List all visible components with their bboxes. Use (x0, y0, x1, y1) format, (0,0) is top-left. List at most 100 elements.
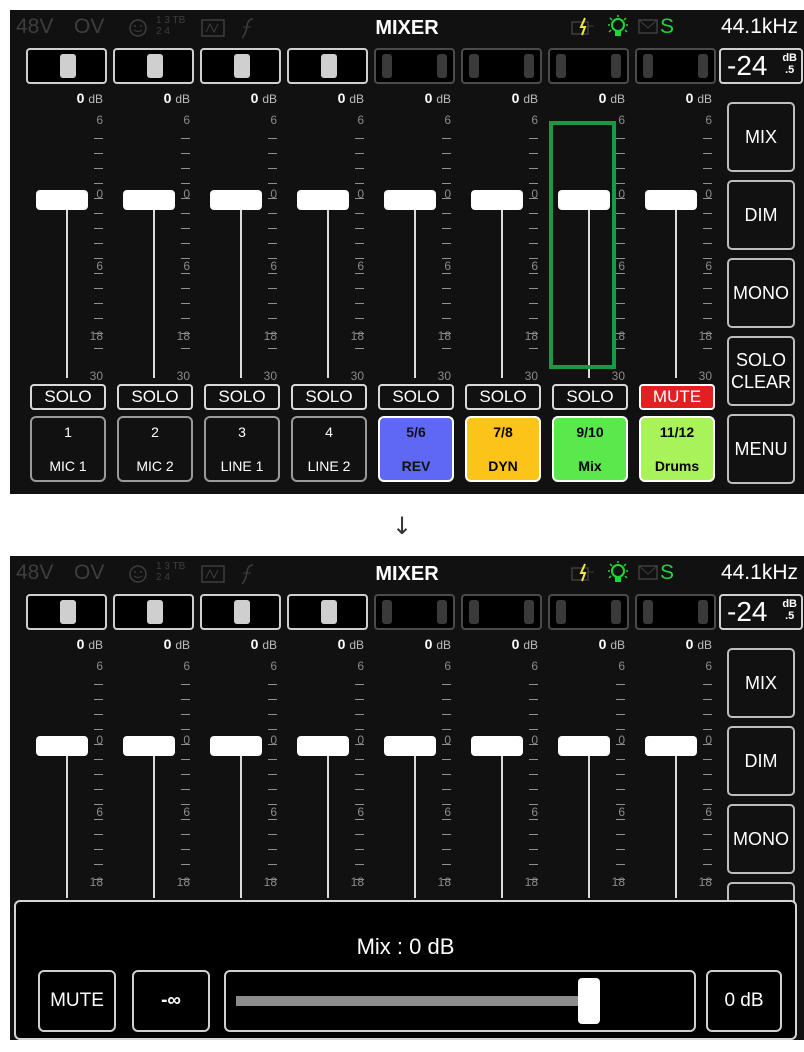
channel-label-button[interactable]: 2 MIC 2 (117, 416, 193, 482)
zero-db-button[interactable]: 0 dB (706, 970, 782, 1032)
channel-number: 11/12 (659, 424, 695, 440)
gain-value: 0 (163, 636, 172, 652)
fader-cap[interactable] (384, 190, 436, 210)
level-meter (548, 594, 629, 630)
neg-infinity-button[interactable]: -∞ (132, 970, 210, 1032)
gain-readout: 0 dB (599, 90, 625, 107)
level-slider-thumb[interactable] (578, 978, 601, 1024)
scale-label: 6 (444, 259, 451, 273)
fader-cap[interactable] (471, 190, 523, 210)
gain-unit: dB (523, 92, 538, 106)
fader-cap[interactable] (645, 736, 697, 756)
fader-track (153, 200, 155, 378)
fader-cap[interactable] (123, 190, 175, 210)
scale-tick (181, 183, 190, 184)
scale-label: 6 (531, 259, 538, 273)
gain-value: 0 (250, 90, 259, 106)
fader-cap[interactable] (210, 190, 262, 210)
screen-title: MIXER (375, 563, 439, 585)
channel-label-button[interactable]: 4 LINE 2 (291, 416, 367, 482)
mono-button[interactable]: MONO (727, 258, 795, 328)
fader-cap[interactable] (384, 736, 436, 756)
scale-tick (616, 699, 625, 700)
menu-button[interactable]: MENU (727, 414, 795, 484)
scale-tick (181, 138, 190, 139)
mute-button[interactable]: MUTE (38, 970, 116, 1032)
channel-label-button[interactable]: 9/10 Mix (552, 416, 628, 482)
channel-number: 2 (151, 424, 159, 440)
scale-tick (181, 168, 190, 169)
scale-tick (94, 684, 103, 685)
meter-knob (643, 600, 653, 624)
solo-button[interactable]: SOLO (552, 384, 628, 410)
scale-tick (355, 288, 364, 289)
solo-button[interactable]: SOLO (378, 384, 454, 410)
fader-cap[interactable] (471, 736, 523, 756)
scale-tick (355, 348, 364, 349)
solo-button[interactable]: SOLO (291, 384, 367, 410)
scale-tick (181, 288, 190, 289)
gain-unit: dB (262, 92, 277, 106)
fader-cap[interactable] (645, 190, 697, 210)
scale-tick (355, 153, 364, 154)
dim-button[interactable]: DIM (727, 180, 795, 250)
scale-tick (616, 318, 625, 319)
fader-cap[interactable] (36, 190, 88, 210)
fader-cap[interactable] (558, 736, 610, 756)
scale-tick (355, 318, 364, 319)
master-level-display: -24 dB .5 (719, 48, 803, 84)
level-meter (26, 48, 107, 84)
scale-tick (703, 684, 712, 685)
fader-cap[interactable] (297, 736, 349, 756)
scale-label: 30 (611, 369, 625, 383)
power-icon (571, 17, 594, 36)
channel-label-button[interactable]: 5/6 REV (378, 416, 454, 482)
channel-label-button[interactable]: 7/8 DYN (465, 416, 541, 482)
meter-knob (437, 600, 447, 624)
scale-tick (616, 243, 625, 244)
mail-icon (638, 565, 658, 580)
fader-cap[interactable] (210, 736, 262, 756)
scale-tick (94, 819, 103, 820)
scale-tick (529, 138, 538, 139)
mail-icon (638, 19, 658, 34)
solo-button[interactable]: SOLO (204, 384, 280, 410)
scale-tick (703, 834, 712, 835)
scale-tick (703, 864, 712, 865)
level-meter (113, 48, 194, 84)
meter-knob (147, 600, 163, 624)
solo-button[interactable]: SOLO (117, 384, 193, 410)
scale-label: 6 (705, 113, 712, 127)
solo-clear-button[interactable]: SOLO CLEAR (727, 336, 795, 406)
scale-tick (616, 849, 625, 850)
channel-number: 3 (238, 424, 246, 440)
scale-tick (703, 789, 712, 790)
master-unit-bottom: .5 (785, 64, 795, 76)
channel-label-button[interactable]: 1 MIC 1 (30, 416, 106, 482)
mono-button[interactable]: MONO (727, 804, 795, 874)
fader-cap[interactable] (297, 190, 349, 210)
scale-label: 18 (698, 329, 712, 343)
channel-label-button[interactable]: 11/12 Drums (639, 416, 715, 482)
fader-cap[interactable] (123, 736, 175, 756)
scale-label: 30 (437, 369, 451, 383)
scale-tick (442, 699, 451, 700)
fader-track (66, 746, 68, 898)
solo-button[interactable]: SOLO (30, 384, 106, 410)
mix-button[interactable]: MIX (727, 102, 795, 172)
selected-channel-frame (549, 121, 616, 369)
meter-knob (698, 600, 708, 624)
meter-knob (321, 54, 337, 78)
mute-button[interactable]: MUTE (639, 384, 715, 410)
scale-tick (529, 864, 538, 865)
mix-button[interactable]: MIX (727, 648, 795, 718)
scale-tick (355, 684, 364, 685)
solo-button[interactable]: SOLO (465, 384, 541, 410)
dim-button[interactable]: DIM (727, 726, 795, 796)
channel-label-button[interactable]: 3 LINE 1 (204, 416, 280, 482)
fader-cap[interactable] (36, 736, 88, 756)
scale-tick (94, 213, 103, 214)
level-slider[interactable] (224, 970, 696, 1032)
gain-readout: 0 dB (686, 636, 712, 653)
scale-tick (181, 699, 190, 700)
